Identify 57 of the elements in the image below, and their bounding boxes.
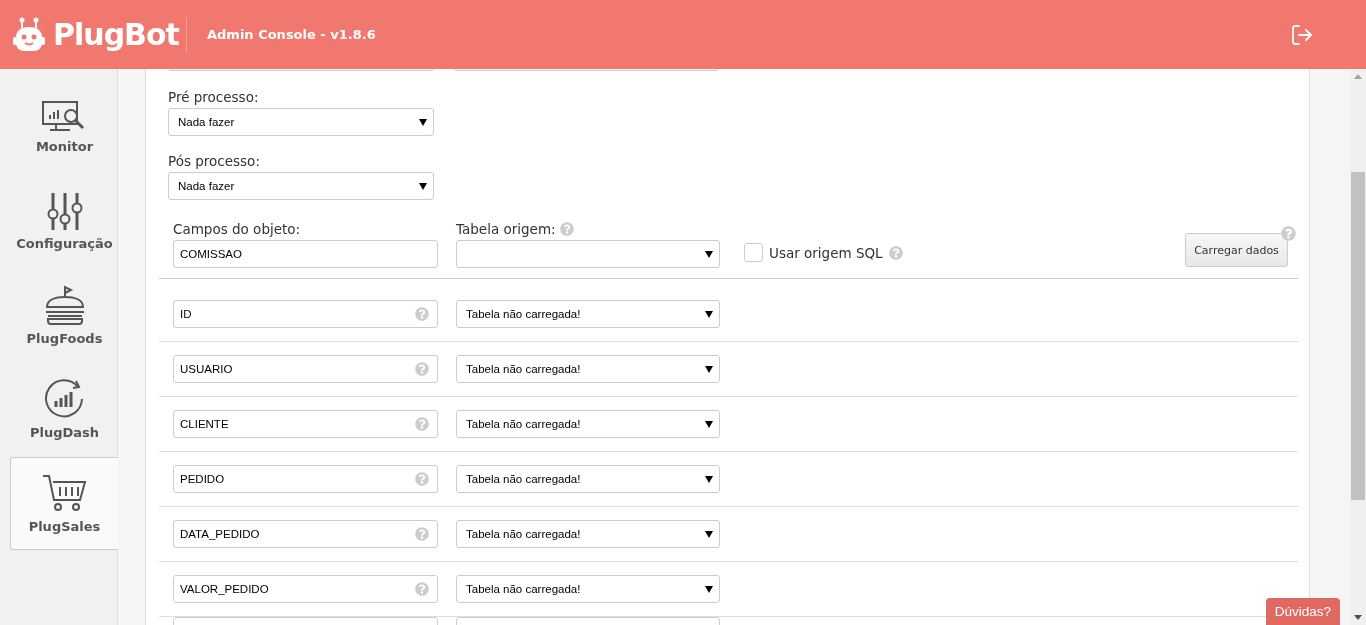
scrollbar[interactable] xyxy=(1350,69,1366,625)
help-icon[interactable] xyxy=(559,221,574,236)
input-field[interactable]: PEDIDO xyxy=(173,465,438,493)
checkbox[interactable] xyxy=(744,243,763,262)
logout-button[interactable] xyxy=(1290,22,1314,47)
chart-circle-icon xyxy=(43,379,86,419)
load-data-button[interactable]: Carregar dados xyxy=(1185,233,1288,267)
select-field[interactable] xyxy=(456,240,720,268)
burger-icon xyxy=(43,285,86,325)
input-field[interactable]: COMISSAO xyxy=(173,240,438,268)
select-field[interactable]: Tabela não carregada! xyxy=(456,465,720,493)
input-field[interactable]: ID xyxy=(173,300,438,328)
caret-icon xyxy=(705,475,713,483)
input-field[interactable]: VALOR_PEDIDO xyxy=(173,575,438,603)
help-icon[interactable] xyxy=(1281,226,1296,241)
sidebar-item[interactable]: PlugSales xyxy=(10,457,118,550)
caret-icon xyxy=(705,585,713,593)
input-field[interactable]: USUARIO xyxy=(173,355,438,383)
help-icon[interactable] xyxy=(415,307,429,321)
robot-logo-icon xyxy=(13,16,45,53)
shopping-cart-icon xyxy=(41,473,88,513)
field-label: Campos do objeto: xyxy=(173,220,302,237)
help-icon[interactable] xyxy=(888,245,903,260)
select-field[interactable]: Tabela não carregada! xyxy=(456,520,720,548)
caret-icon xyxy=(419,118,427,126)
sliders-icon xyxy=(46,192,83,230)
caret-icon xyxy=(705,250,713,258)
field-label: Pós processo: xyxy=(168,152,261,169)
input-field[interactable]: DATA_PEDIDO xyxy=(173,520,438,548)
help-icon[interactable] xyxy=(415,582,429,596)
sidebar-item[interactable]: Monitor xyxy=(10,81,118,174)
caret-icon xyxy=(419,182,427,190)
caret-icon xyxy=(705,420,713,428)
select-field[interactable]: Nada fazer xyxy=(168,108,434,136)
console-title: Admin Console - v1.8.6 xyxy=(207,27,376,42)
scroll-up-icon[interactable] xyxy=(1354,74,1362,79)
sidebar-item[interactable]: PlugDash xyxy=(10,363,118,456)
sidebar-item[interactable]: PlugFoods xyxy=(10,269,118,362)
caret-icon xyxy=(705,365,713,373)
select-field[interactable]: Nada fazer xyxy=(168,172,434,200)
caret-icon xyxy=(705,310,713,318)
select-field[interactable]: Tabela não carregada! xyxy=(456,355,720,383)
field-label: Tabela origem: xyxy=(456,220,556,237)
checkbox-label: Usar origem SQL xyxy=(769,244,883,261)
select-field[interactable]: Tabela não carregada! xyxy=(456,410,720,438)
logo-text: PlugBot xyxy=(53,17,179,52)
sidebar-item[interactable]: Configuração xyxy=(10,175,118,268)
help-icon[interactable] xyxy=(415,472,429,486)
help-icon[interactable] xyxy=(415,527,429,541)
help-icon[interactable] xyxy=(415,362,429,376)
help-icon[interactable] xyxy=(415,417,429,431)
select-field[interactable]: Tabela não carregada! xyxy=(456,575,720,603)
scroll-down-icon[interactable] xyxy=(1354,615,1362,620)
input-field[interactable]: CLIENTE xyxy=(173,410,438,438)
select-field[interactable]: Tabela não carregada! xyxy=(456,300,720,328)
field-label: Pré processo: xyxy=(168,88,260,105)
caret-icon xyxy=(705,530,713,538)
